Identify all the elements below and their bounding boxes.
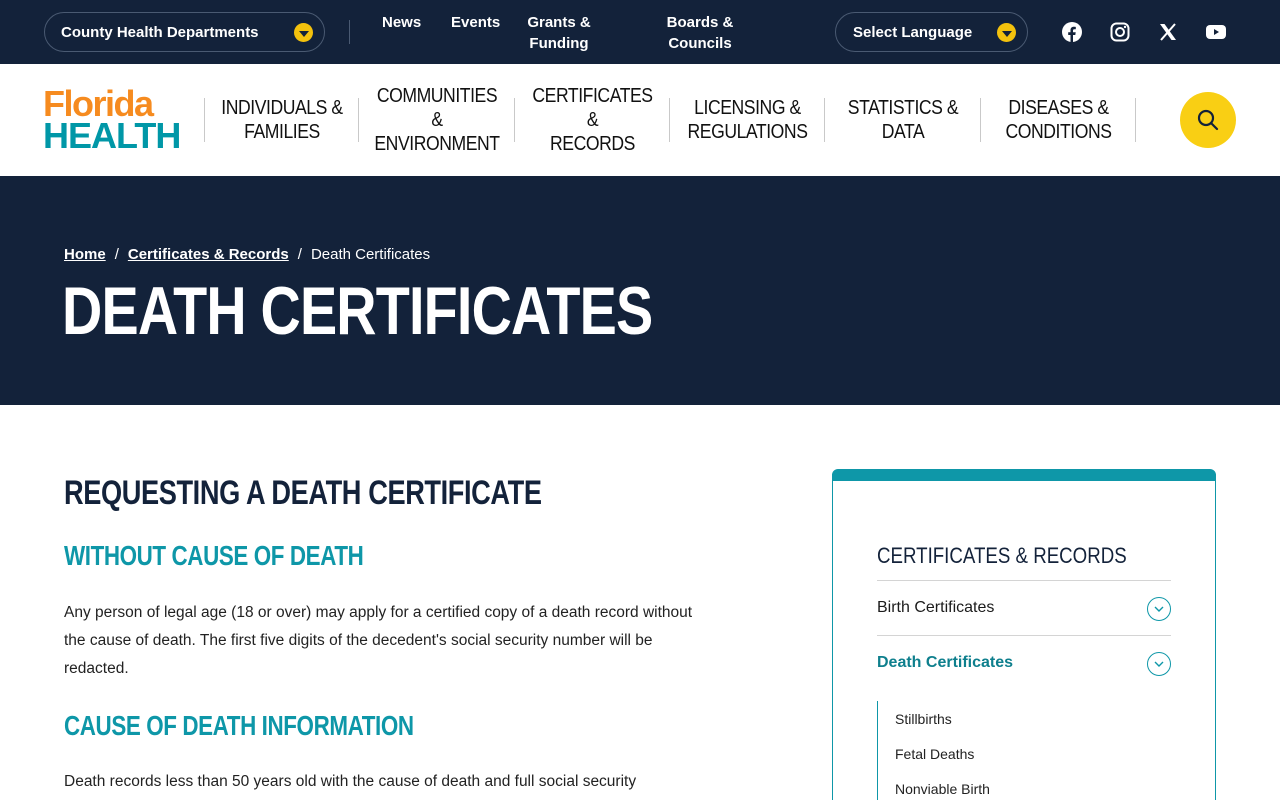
section-heading: REQUESTING A DEATH CERTIFICATE bbox=[64, 474, 542, 512]
paragraph-cause-of-death: Death records less than 50 years old wit… bbox=[64, 773, 637, 790]
subheading-without-cause: WITHOUT CAUSE OF DEATH bbox=[64, 540, 364, 571]
sidebar-item-label: Birth Certificates bbox=[877, 599, 995, 616]
news-link[interactable]: News bbox=[382, 12, 421, 33]
events-link[interactable]: Events bbox=[451, 12, 500, 33]
logo-text-bottom: HEALTH bbox=[43, 115, 181, 156]
sidebar-subitem-fetal-deaths[interactable]: Fetal Deaths bbox=[878, 736, 1171, 771]
nav-label: Individuals & bbox=[221, 97, 343, 119]
page-title: DEATH CERTIFICATES bbox=[62, 273, 653, 349]
subheading-cause-of-death: CAUSE OF DEATH INFORMATION bbox=[64, 710, 414, 741]
nav-label: Environment bbox=[374, 133, 500, 155]
sidebar-item-birth-certificates[interactable]: Birth Certificates bbox=[877, 580, 1171, 635]
search-icon bbox=[1197, 109, 1219, 131]
boards-councils-link[interactable]: Boards & Councils bbox=[650, 12, 750, 54]
breadcrumb: Home / Certificates & Records / Death Ce… bbox=[64, 246, 430, 263]
sidebar-subitem-stillbirths[interactable]: Stillbirths bbox=[878, 701, 1171, 736]
nav-communities-environment[interactable]: Communities & Environment bbox=[369, 64, 505, 176]
sidebar-item-label: Death Certificates bbox=[877, 654, 1014, 671]
nav-label: Diseases & bbox=[1008, 97, 1109, 119]
nav-label: Communities bbox=[376, 85, 498, 107]
paragraph-without-cause: Any person of legal age (18 or over) may… bbox=[64, 604, 693, 677]
nav-label: Certificates bbox=[532, 85, 653, 107]
nav-label: Data bbox=[881, 121, 925, 143]
nav-individuals-families[interactable]: Individuals & Families bbox=[215, 64, 349, 176]
sidebar-item-death-certificates[interactable]: Death Certificates bbox=[877, 635, 1171, 690]
nav-label: Conditions bbox=[1005, 121, 1112, 143]
breadcrumb-home-link[interactable]: Home bbox=[64, 246, 106, 263]
instagram-icon[interactable] bbox=[1108, 20, 1132, 44]
x-icon[interactable] bbox=[1156, 20, 1180, 44]
page-hero: Home / Certificates & Records / Death Ce… bbox=[0, 176, 1280, 405]
nav-label: Licensing & bbox=[694, 97, 801, 119]
sidebar-subitem-nonviable-birth[interactable]: Nonviable Birth bbox=[878, 771, 1171, 800]
nav-divider bbox=[358, 98, 359, 142]
facebook-icon[interactable] bbox=[1060, 20, 1084, 44]
search-button[interactable] bbox=[1180, 92, 1236, 148]
breadcrumb-section-link[interactable]: Certificates & Records bbox=[128, 246, 289, 263]
nav-licensing-regulations[interactable]: Licensing & Regulations bbox=[680, 64, 815, 176]
breadcrumb-separator: / bbox=[297, 246, 302, 263]
nav-label: Statistics & bbox=[847, 97, 959, 119]
nav-divider bbox=[514, 98, 515, 142]
nav-divider bbox=[980, 98, 981, 142]
chevron-down-icon[interactable] bbox=[1147, 652, 1171, 676]
chevron-down-icon[interactable] bbox=[1147, 597, 1171, 621]
utility-bar: County Health Departments News Events Gr… bbox=[0, 0, 1280, 64]
nav-divider bbox=[669, 98, 670, 142]
nav-certificates-records[interactable]: Certificates & Records bbox=[525, 64, 660, 176]
florida-health-logo[interactable]: Florida HEALTH bbox=[43, 86, 181, 156]
nav-label: & bbox=[586, 109, 599, 131]
breadcrumb-separator: / bbox=[114, 246, 119, 263]
county-select-label: County Health Departments bbox=[61, 23, 259, 41]
language-select[interactable]: Select Language bbox=[835, 12, 1028, 52]
language-select-label: Select Language bbox=[853, 23, 973, 41]
grants-funding-link[interactable]: Grants & Funding bbox=[510, 12, 608, 54]
main-header: Florida HEALTH Individuals & Families Com… bbox=[0, 64, 1280, 176]
nav-divider bbox=[824, 98, 825, 142]
sidebar-menu: Certificates & Records Birth Certificate… bbox=[832, 469, 1216, 800]
utility-divider bbox=[349, 20, 350, 44]
nav-label: Records bbox=[550, 133, 635, 155]
nav-statistics-data[interactable]: Statistics & Data bbox=[835, 64, 971, 176]
nav-divider bbox=[1135, 98, 1136, 142]
caret-down-icon bbox=[294, 23, 313, 42]
nav-label: Regulations bbox=[687, 121, 808, 143]
sidebar-sublist: Stillbirths Fetal Deaths Nonviable Birth bbox=[877, 701, 1171, 800]
nav-diseases-conditions[interactable]: Diseases & Conditions bbox=[991, 64, 1126, 176]
nav-label: & bbox=[431, 109, 443, 131]
county-health-departments-select[interactable]: County Health Departments bbox=[44, 12, 325, 52]
nav-label: Families bbox=[244, 121, 320, 143]
youtube-icon[interactable] bbox=[1204, 20, 1228, 44]
sidebar-title: Certificates & Records bbox=[877, 543, 1127, 568]
caret-down-icon bbox=[997, 23, 1016, 42]
breadcrumb-current: Death Certificates bbox=[310, 246, 431, 263]
nav-divider bbox=[204, 98, 205, 142]
